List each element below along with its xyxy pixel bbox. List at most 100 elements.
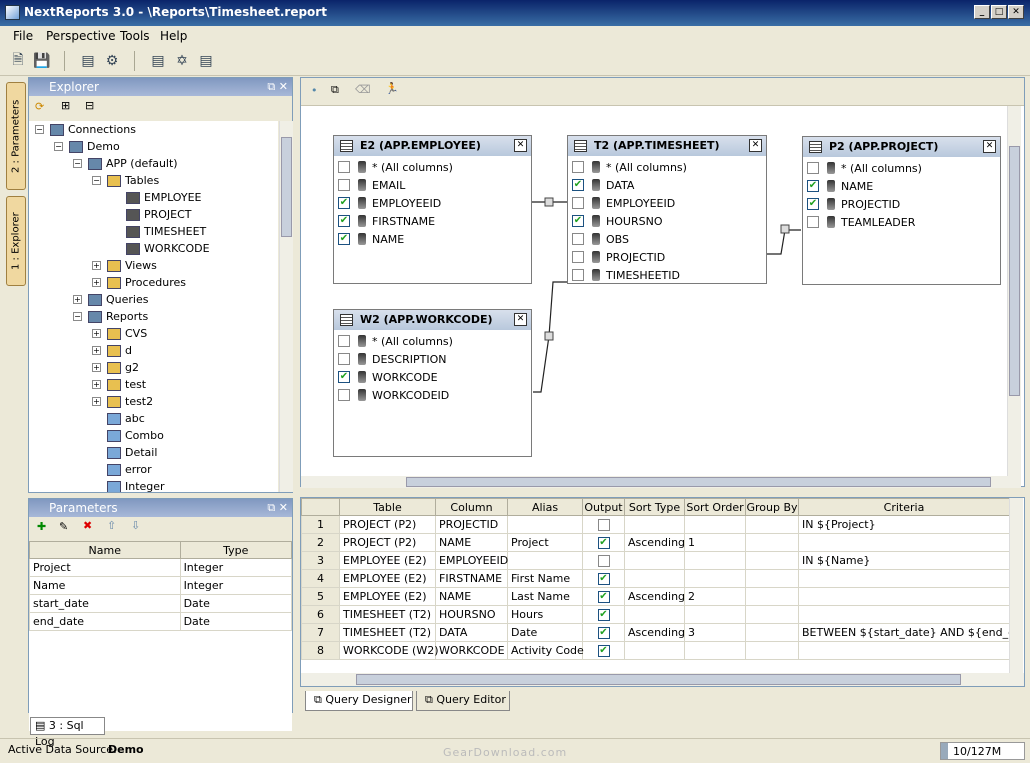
tree-node[interactable]: WORKCODE (111, 240, 210, 257)
cell-column[interactable]: HOURSNO (435, 605, 508, 624)
output-checkbox[interactable]: ✔ (597, 627, 610, 639)
column-checkbox[interactable] (572, 269, 584, 281)
cell-alias[interactable]: Project (507, 533, 583, 552)
close-table-icon[interactable]: ✕ (514, 313, 527, 326)
column-checkbox[interactable] (338, 389, 350, 401)
grid-row[interactable]: 1 PROJECT (P2) PROJECTID IN ${Project} (301, 515, 1010, 534)
cell-column[interactable]: PROJECTID (435, 515, 508, 534)
tree-node[interactable]: − Tables (92, 172, 159, 189)
expander-icon[interactable]: + (92, 261, 101, 270)
cell-group-by[interactable] (745, 605, 799, 624)
column-checkbox[interactable]: ✔ (572, 179, 584, 191)
column-checkbox[interactable] (807, 216, 819, 228)
tree-node[interactable]: Detail (92, 444, 157, 461)
col-header-name[interactable]: Name (29, 541, 181, 559)
expander-icon[interactable]: + (92, 329, 101, 338)
cell-criteria[interactable] (798, 569, 1010, 588)
grid-header-column[interactable]: Column (435, 498, 508, 516)
expander-icon[interactable]: + (92, 278, 101, 287)
cell-table[interactable]: PROJECT (P2) (339, 533, 436, 552)
cell-sort-order[interactable]: 2 (684, 587, 746, 606)
grid-row[interactable]: 8 WORKCODE (W2) WORKCODE Activity Code ✔ (301, 641, 1010, 660)
cell-criteria[interactable]: IN ${Project} (798, 515, 1010, 534)
tab-parameters[interactable]: 2 : Parameters (6, 82, 26, 190)
grid-h-scrollbar[interactable] (301, 673, 1024, 686)
tree-node[interactable]: Integer (92, 478, 165, 492)
expander-icon[interactable]: − (54, 142, 63, 151)
cell-alias[interactable]: First Name (507, 569, 583, 588)
expander-icon[interactable]: + (92, 397, 101, 406)
cell-criteria[interactable] (798, 533, 1010, 552)
memory-indicator[interactable]: 10/127M (940, 742, 1025, 760)
expander-icon[interactable]: + (92, 363, 101, 372)
menu-tools[interactable]: Tools (120, 29, 150, 43)
grid-row[interactable]: 5 EMPLOYEE (E2) NAME Last Name ✔ Ascendi… (301, 587, 1010, 606)
output-checkbox[interactable] (597, 555, 610, 567)
wizard-icon[interactable]: ▤ (78, 51, 98, 71)
dot-icon[interactable]: • (311, 84, 318, 97)
delete-icon[interactable]: ✖ (83, 519, 92, 532)
settings-icon[interactable]: ⚙ (102, 51, 122, 71)
canvas-v-scrollbar[interactable] (1007, 106, 1021, 476)
cell-column[interactable]: NAME (435, 587, 508, 606)
new-icon[interactable]: 🗎 (8, 51, 28, 71)
tree-node[interactable]: EMPLOYEE (111, 189, 202, 206)
cell-sort-type[interactable]: Ascending (624, 587, 685, 606)
collapse-all-icon[interactable]: ⊟ (85, 99, 94, 112)
parameter-row[interactable]: start_date Date (29, 594, 293, 613)
table-header[interactable]: T2 (APP.TIMESHEET) ✕ (568, 136, 766, 156)
tree-node[interactable]: + test (92, 376, 146, 393)
grid-header-sort-order[interactable]: Sort Order (684, 498, 746, 516)
tab-query-designer[interactable]: ⧉ Query Designer (305, 691, 413, 711)
output-checkbox[interactable]: ✔ (597, 609, 610, 621)
menu-file[interactable]: File (13, 29, 33, 43)
cell-group-by[interactable] (745, 623, 799, 642)
cell-criteria[interactable]: BETWEEN ${start_date} AND ${end_date} (798, 623, 1010, 642)
cell-output[interactable]: ✔ (582, 569, 625, 588)
table-column[interactable]: ✔ DATA (568, 176, 634, 194)
cell-group-by[interactable] (745, 641, 799, 660)
tree-node[interactable]: + Queries (73, 291, 148, 308)
tab-explorer[interactable]: 1 : Explorer (6, 196, 26, 286)
close-table-icon[interactable]: ✕ (749, 139, 762, 152)
column-checkbox[interactable] (338, 353, 350, 365)
table-column[interactable]: DESCRIPTION (334, 350, 446, 368)
tab-sql-log[interactable]: ▤ 3 : Sql Log (30, 717, 105, 748)
cell-alias[interactable] (507, 551, 583, 570)
table-column[interactable]: * (All columns) (334, 158, 453, 176)
add-table-icon[interactable]: ⧉ (331, 83, 339, 97)
add-icon[interactable]: ✚ (37, 520, 46, 533)
tree-node[interactable]: TIMESHEET (111, 223, 206, 240)
table-column[interactable]: OBS (568, 230, 629, 248)
expander-icon[interactable]: − (73, 312, 82, 321)
cell-criteria[interactable] (798, 641, 1010, 660)
cell-table[interactable]: TIMESHEET (T2) (339, 623, 436, 642)
layout-icon[interactable]: ▤ (148, 51, 168, 71)
tree-node[interactable]: − APP (default) (73, 155, 178, 172)
cell-sort-order[interactable] (684, 569, 746, 588)
table-column[interactable]: ✔ PROJECTID (803, 195, 900, 213)
output-checkbox[interactable]: ✔ (597, 537, 610, 549)
cell-group-by[interactable] (745, 515, 799, 534)
menu-perspective[interactable]: Perspective (46, 29, 116, 43)
tree-node[interactable]: Combo (92, 427, 164, 444)
grid-header-criteria[interactable]: Criteria (798, 498, 1010, 516)
column-checkbox[interactable] (572, 233, 584, 245)
grid-header-output[interactable]: Output (582, 498, 625, 516)
column-checkbox[interactable]: ✔ (338, 197, 350, 209)
cell-group-by[interactable] (745, 587, 799, 606)
column-checkbox[interactable] (572, 161, 584, 173)
cell-table[interactable]: PROJECT (P2) (339, 515, 436, 534)
cell-output[interactable]: ✔ (582, 533, 625, 552)
tree-node[interactable]: abc (92, 410, 145, 427)
table-column[interactable]: ✔ NAME (334, 230, 404, 248)
expander-icon[interactable]: + (73, 295, 82, 304)
cell-sort-order[interactable] (684, 551, 746, 570)
tree-node[interactable]: + CVS (92, 325, 147, 342)
grid-row[interactable]: 7 TIMESHEET (T2) DATA Date ✔ Ascending 3… (301, 623, 1010, 642)
table-column[interactable]: TEAMLEADER (803, 213, 915, 231)
table-header[interactable]: E2 (APP.EMPLOYEE) ✕ (334, 136, 531, 156)
cell-column[interactable]: WORKCODE (435, 641, 508, 660)
table-header[interactable]: W2 (APP.WORKCODE) ✕ (334, 310, 531, 330)
column-checkbox[interactable] (338, 335, 350, 347)
